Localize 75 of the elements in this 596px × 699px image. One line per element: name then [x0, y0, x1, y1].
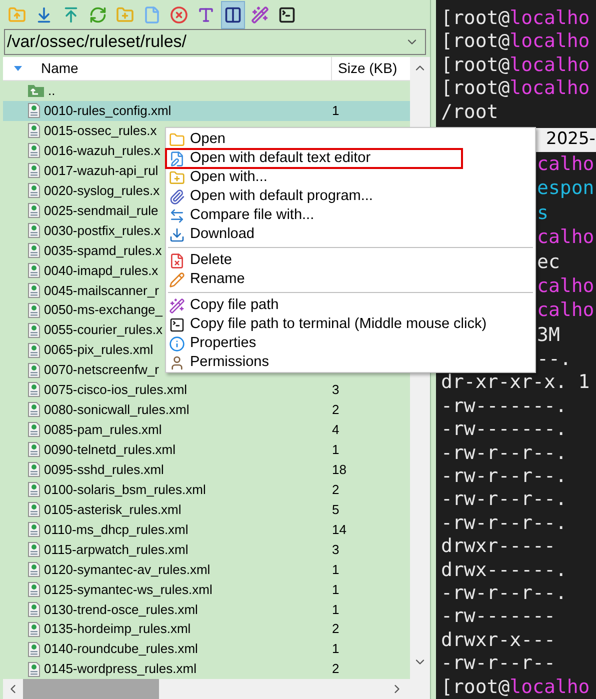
terminal-line: -rw-r--r--.	[441, 488, 568, 512]
terminal-line: -rw-r--r--.	[441, 582, 568, 606]
file-size: 2	[332, 401, 340, 420]
file-name: 0145-wordpress_rules.xml	[44, 660, 196, 678]
file-size: 2	[332, 660, 340, 678]
file-name: 0090-telnetd_rules.xml	[44, 441, 176, 460]
file-name: 0030-postfix_rules.x	[44, 222, 160, 240]
terminal-line: calho	[537, 225, 596, 250]
terminal-line: dr-xr-xr-x. 1	[441, 371, 591, 395]
terminal-line: 3M	[537, 322, 561, 348]
terminal-line: [root@localho	[441, 30, 591, 54]
file-name: ..	[48, 82, 56, 100]
terminal-line: [root@localho	[441, 77, 591, 101]
file-name: 0125-symantec-ws_rules.xml	[44, 580, 212, 599]
terminal-line: -rw-------.	[441, 394, 568, 418]
terminal-line: -rw-------	[441, 605, 556, 629]
file-size: 2	[332, 480, 340, 499]
file-size: 1	[332, 640, 340, 658]
file-size: 4	[332, 421, 340, 440]
file-name: 0135-hordeimp_rules.xml	[44, 620, 191, 638]
file-name: 0045-mailscanner_r	[44, 282, 159, 300]
file-size: 1	[332, 580, 340, 599]
terminal-line: drwxr-x---	[441, 628, 556, 652]
terminal-line: [root@localho	[441, 7, 591, 30]
file-size: 14	[332, 520, 346, 539]
terminal-line: s	[537, 200, 550, 226]
file-name: 0035-spamd_rules.x	[44, 242, 162, 260]
file-name: 0050-ms-exchange_	[44, 301, 163, 320]
file-name: 0065-pix_rules.xml	[44, 341, 154, 360]
terminal-line: -rw-r--r--.	[441, 442, 568, 466]
terminal-line: --.	[537, 347, 572, 372]
file-name: 0010-rules_config.xml	[44, 102, 172, 120]
file-name: 0020-syslog_rules.x	[44, 182, 160, 200]
file-name: 0120-symantec-av_rules.xml	[44, 560, 210, 579]
file-size: 1	[332, 560, 340, 579]
file-name: 0115-arpwatch_rules.xml	[44, 540, 188, 559]
terminal-line: [root@localho	[441, 676, 591, 699]
file-name: 0040-imapd_rules.x	[44, 262, 158, 280]
file-size: 3	[332, 381, 340, 400]
terminal-line: /root	[441, 100, 500, 124]
file-name: 0016-wazuh_rules.x	[44, 142, 160, 160]
file-name: 0075-cisco-ios_rules.xml	[44, 381, 188, 400]
file-name: 0100-solaris_bsm_rules.xml	[44, 480, 206, 499]
terminal-line: -rw-r--r--	[441, 652, 556, 676]
path-text: /var/ossec/ruleset/rules/	[7, 31, 188, 54]
terminal-line: ec	[537, 250, 561, 274]
file-name: 0025-sendmail_rule	[44, 202, 158, 220]
file-name: 0130-trend-osce_rules.xml	[44, 600, 198, 619]
file-name: 0095-sshd_rules.xml	[44, 460, 164, 479]
file-size: 1	[332, 102, 340, 120]
file-size: 5	[332, 500, 340, 519]
terminal-line: espon	[537, 176, 596, 201]
file-name: 0070-netscreenfw_r	[44, 361, 159, 380]
file-name: 0015-ossec_rules.x	[44, 122, 157, 140]
file-size: 3	[332, 540, 340, 559]
file-name: 0110-ms_dhcp_rules.xml	[44, 520, 188, 539]
terminal-line: -rw-r--r--.	[441, 465, 568, 488]
terminal-line: -rw-r--r--.	[441, 512, 568, 536]
file-size: 2	[332, 620, 340, 638]
file-name: 0080-sonicwall_rules.xml	[44, 401, 190, 420]
file-name: 0085-pam_rules.xml	[44, 421, 162, 440]
terminal-line: drwxr-----	[441, 535, 556, 559]
file-name: 0055-courier_rules.x	[44, 321, 163, 340]
terminal-line: calho	[537, 298, 596, 323]
file-name: 0105-asterisk_rules.xml	[44, 500, 182, 519]
terminal-line: -rw-------.	[441, 418, 568, 442]
file-size: 18	[332, 460, 346, 479]
file-name: 0017-wazuh-api_rul	[44, 162, 158, 180]
file-size: 1	[332, 600, 340, 619]
terminal-line: drwx------.	[441, 558, 568, 582]
terminal-line: [root@localho	[441, 54, 591, 78]
terminal-line: calho	[537, 152, 596, 176]
file-size: 1	[332, 441, 340, 460]
terminal-line: calho	[537, 274, 596, 298]
file-name: 0140-roundcube_rules.xml	[44, 640, 198, 658]
